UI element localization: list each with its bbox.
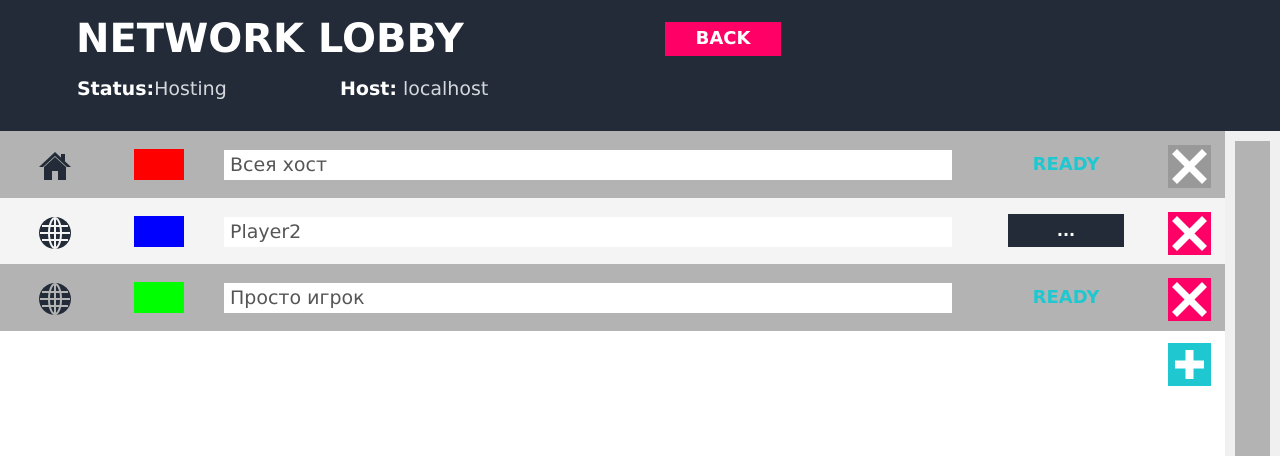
- player-list: READY ...: [0, 131, 1225, 331]
- close-icon: [1172, 282, 1207, 317]
- status-info: Status:Hosting: [77, 76, 227, 102]
- remove-player-button[interactable]: [1168, 212, 1211, 255]
- status-value: Hosting: [154, 78, 227, 100]
- player-row: ...: [0, 198, 1225, 264]
- status-label: Status:: [77, 78, 155, 100]
- plus-icon: [1175, 350, 1204, 379]
- not-ready-button[interactable]: ...: [1008, 214, 1124, 247]
- host-label: Host:: [340, 78, 397, 100]
- player-row: READY: [0, 264, 1225, 331]
- host-value: localhost: [403, 78, 489, 100]
- remove-player-button[interactable]: [1168, 145, 1211, 188]
- player-name-input[interactable]: [224, 283, 952, 313]
- player-color-swatch[interactable]: [134, 149, 184, 180]
- host-info: Host: localhost: [340, 76, 488, 102]
- page-title: NETWORK LOBBY: [76, 16, 464, 62]
- globe-icon: [37, 215, 73, 251]
- globe-icon: [37, 281, 73, 317]
- back-button[interactable]: BACK: [665, 22, 781, 56]
- close-icon: [1172, 216, 1207, 251]
- player-color-swatch[interactable]: [134, 282, 184, 313]
- add-player-button[interactable]: [1168, 343, 1211, 386]
- player-name-input[interactable]: [224, 217, 952, 247]
- home-icon: [37, 148, 73, 184]
- player-name-input[interactable]: [224, 150, 952, 180]
- remove-player-button[interactable]: [1168, 278, 1211, 321]
- player-color-swatch[interactable]: [134, 216, 184, 247]
- ready-status: READY: [1032, 287, 1100, 308]
- scrollbar-thumb[interactable]: [1235, 141, 1270, 456]
- ready-status: READY: [1032, 154, 1100, 175]
- player-row: READY: [0, 131, 1225, 198]
- lobby-header: NETWORK LOBBY BACK Status:Hosting Host: …: [0, 0, 1280, 131]
- close-icon: [1172, 149, 1207, 184]
